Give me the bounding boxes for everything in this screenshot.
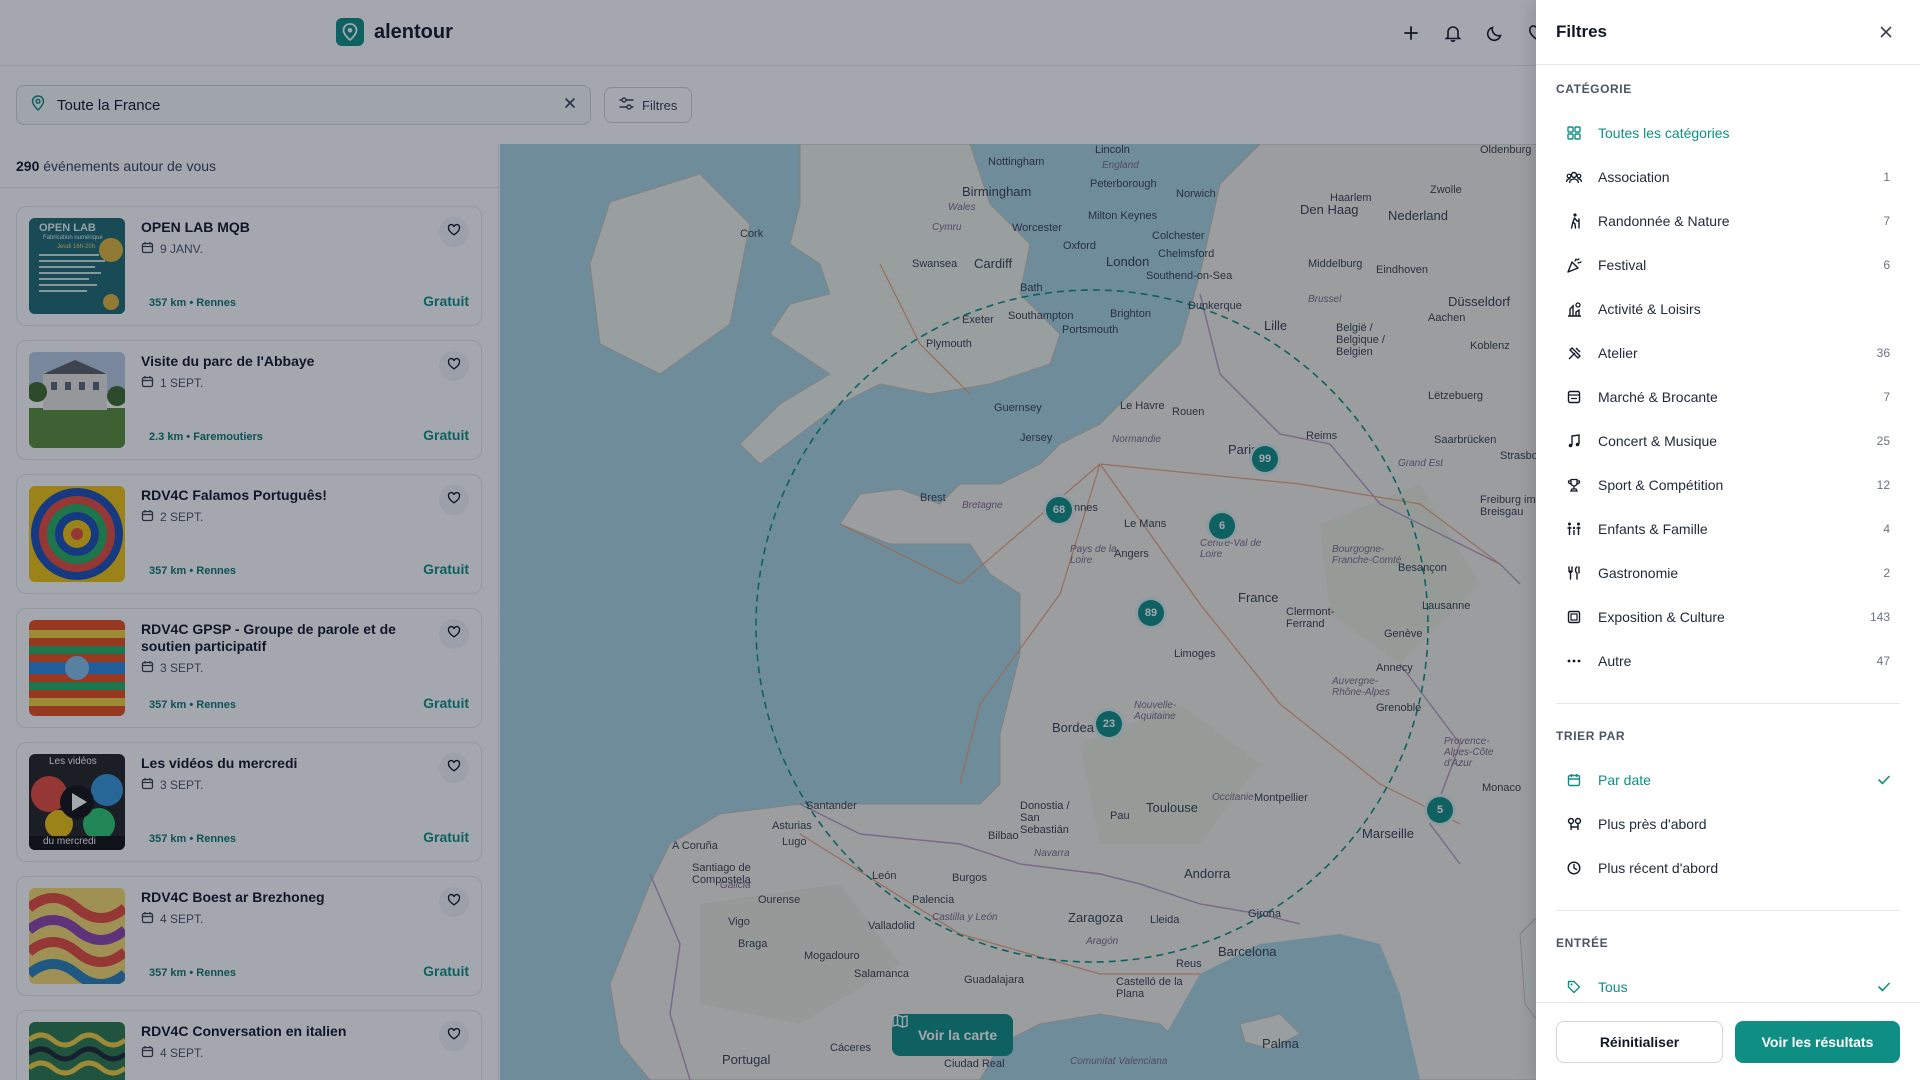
category-section-title: CATÉGORIE bbox=[1556, 82, 1632, 96]
category-label: Gastronomie bbox=[1598, 565, 1679, 581]
filters-panel-body[interactable]: CATÉGORIE Toutes les catégories Associat… bbox=[1536, 65, 1920, 1002]
near-icon bbox=[1566, 816, 1582, 832]
sort-label: Plus récent d'abord bbox=[1598, 860, 1719, 876]
category-count: 7 bbox=[1883, 390, 1890, 404]
category-label: Association bbox=[1598, 169, 1670, 185]
tag-icon bbox=[1566, 979, 1582, 995]
modal-backdrop[interactable] bbox=[0, 0, 1536, 1080]
reset-filters-button[interactable]: Réinitialiser bbox=[1556, 1021, 1723, 1063]
category-label: Enfants & Famille bbox=[1598, 521, 1708, 537]
category-count: 7 bbox=[1883, 214, 1890, 228]
filters-panel-header: Filtres bbox=[1536, 0, 1920, 65]
category-count: 36 bbox=[1876, 346, 1890, 360]
show-results-button[interactable]: Voir les résultats bbox=[1735, 1021, 1900, 1063]
category-option-enfants[interactable]: Enfants & Famille 4 bbox=[1536, 507, 1920, 551]
sort-label: Plus près d'abord bbox=[1598, 816, 1707, 832]
category-option-autre[interactable]: Autre 47 bbox=[1536, 639, 1920, 683]
entry-label: Tous bbox=[1598, 979, 1628, 995]
ferris-wheel-icon bbox=[1566, 301, 1582, 317]
category-count: 25 bbox=[1876, 434, 1890, 448]
category-label: Atelier bbox=[1598, 345, 1638, 361]
category-label: Autre bbox=[1598, 653, 1632, 669]
close-icon[interactable] bbox=[1872, 18, 1900, 46]
grid-icon bbox=[1566, 125, 1582, 141]
category-option-exposition[interactable]: Exposition & Culture 143 bbox=[1536, 595, 1920, 639]
clock-icon bbox=[1566, 860, 1582, 876]
category-label: Randonnée & Nature bbox=[1598, 213, 1730, 229]
category-option-association[interactable]: Association 1 bbox=[1536, 155, 1920, 199]
store-icon bbox=[1566, 389, 1582, 405]
category-count: 47 bbox=[1876, 654, 1890, 668]
sort-label: Par date bbox=[1598, 772, 1651, 788]
calendar-icon bbox=[1566, 772, 1582, 788]
category-option-concert[interactable]: Concert & Musique 25 bbox=[1536, 419, 1920, 463]
filters-panel-title: Filtres bbox=[1556, 22, 1608, 41]
filters-panel: Filtres CATÉGORIE Toutes les catégories … bbox=[1536, 0, 1920, 1080]
category-option-activite[interactable]: Activité & Loisirs bbox=[1536, 287, 1920, 331]
category-label: Toutes les catégories bbox=[1598, 125, 1730, 141]
category-option-atelier[interactable]: Atelier 36 bbox=[1536, 331, 1920, 375]
category-option-sport[interactable]: Sport & Compétition 12 bbox=[1536, 463, 1920, 507]
sort-option-nearest[interactable]: Plus près d'abord bbox=[1536, 802, 1920, 846]
entry-option-all[interactable]: Tous bbox=[1536, 965, 1920, 1002]
hiker-icon bbox=[1566, 213, 1582, 229]
frame-icon bbox=[1566, 609, 1582, 625]
category-label: Activité & Loisirs bbox=[1598, 301, 1701, 317]
category-label: Marché & Brocante bbox=[1598, 389, 1718, 405]
category-label: Exposition & Culture bbox=[1598, 609, 1725, 625]
category-count: 12 bbox=[1876, 478, 1890, 492]
category-count: 6 bbox=[1883, 258, 1890, 272]
category-label: Concert & Musique bbox=[1598, 433, 1718, 449]
music-icon bbox=[1566, 433, 1582, 449]
family-icon bbox=[1566, 521, 1582, 537]
category-option-festival[interactable]: Festival 6 bbox=[1536, 243, 1920, 287]
entry-section-title: ENTRÉE bbox=[1556, 936, 1609, 950]
category-count: 2 bbox=[1883, 566, 1890, 580]
check-icon bbox=[1878, 772, 1890, 788]
sort-section-title: TRIER PAR bbox=[1556, 729, 1626, 743]
filters-panel-footer: Réinitialiser Voir les résultats bbox=[1536, 1002, 1920, 1080]
category-count: 4 bbox=[1883, 522, 1890, 536]
category-label: Festival bbox=[1598, 257, 1647, 273]
category-label: Sport & Compétition bbox=[1598, 477, 1724, 493]
utensils-icon bbox=[1566, 565, 1582, 581]
category-option-marche[interactable]: Marché & Brocante 7 bbox=[1536, 375, 1920, 419]
sort-option-recent[interactable]: Plus récent d'abord bbox=[1536, 846, 1920, 890]
people-icon bbox=[1566, 169, 1582, 185]
category-option-gastronomie[interactable]: Gastronomie 2 bbox=[1536, 551, 1920, 595]
dots-icon bbox=[1566, 653, 1582, 669]
check-icon bbox=[1878, 979, 1890, 995]
tools-icon bbox=[1566, 345, 1582, 361]
category-count: 143 bbox=[1869, 610, 1890, 624]
category-option-randonnee[interactable]: Randonnée & Nature 7 bbox=[1536, 199, 1920, 243]
party-icon bbox=[1566, 257, 1582, 273]
category-count: 1 bbox=[1883, 170, 1890, 184]
category-option-all[interactable]: Toutes les catégories bbox=[1536, 111, 1920, 155]
trophy-icon bbox=[1566, 477, 1582, 493]
sort-option-date[interactable]: Par date bbox=[1536, 758, 1920, 802]
